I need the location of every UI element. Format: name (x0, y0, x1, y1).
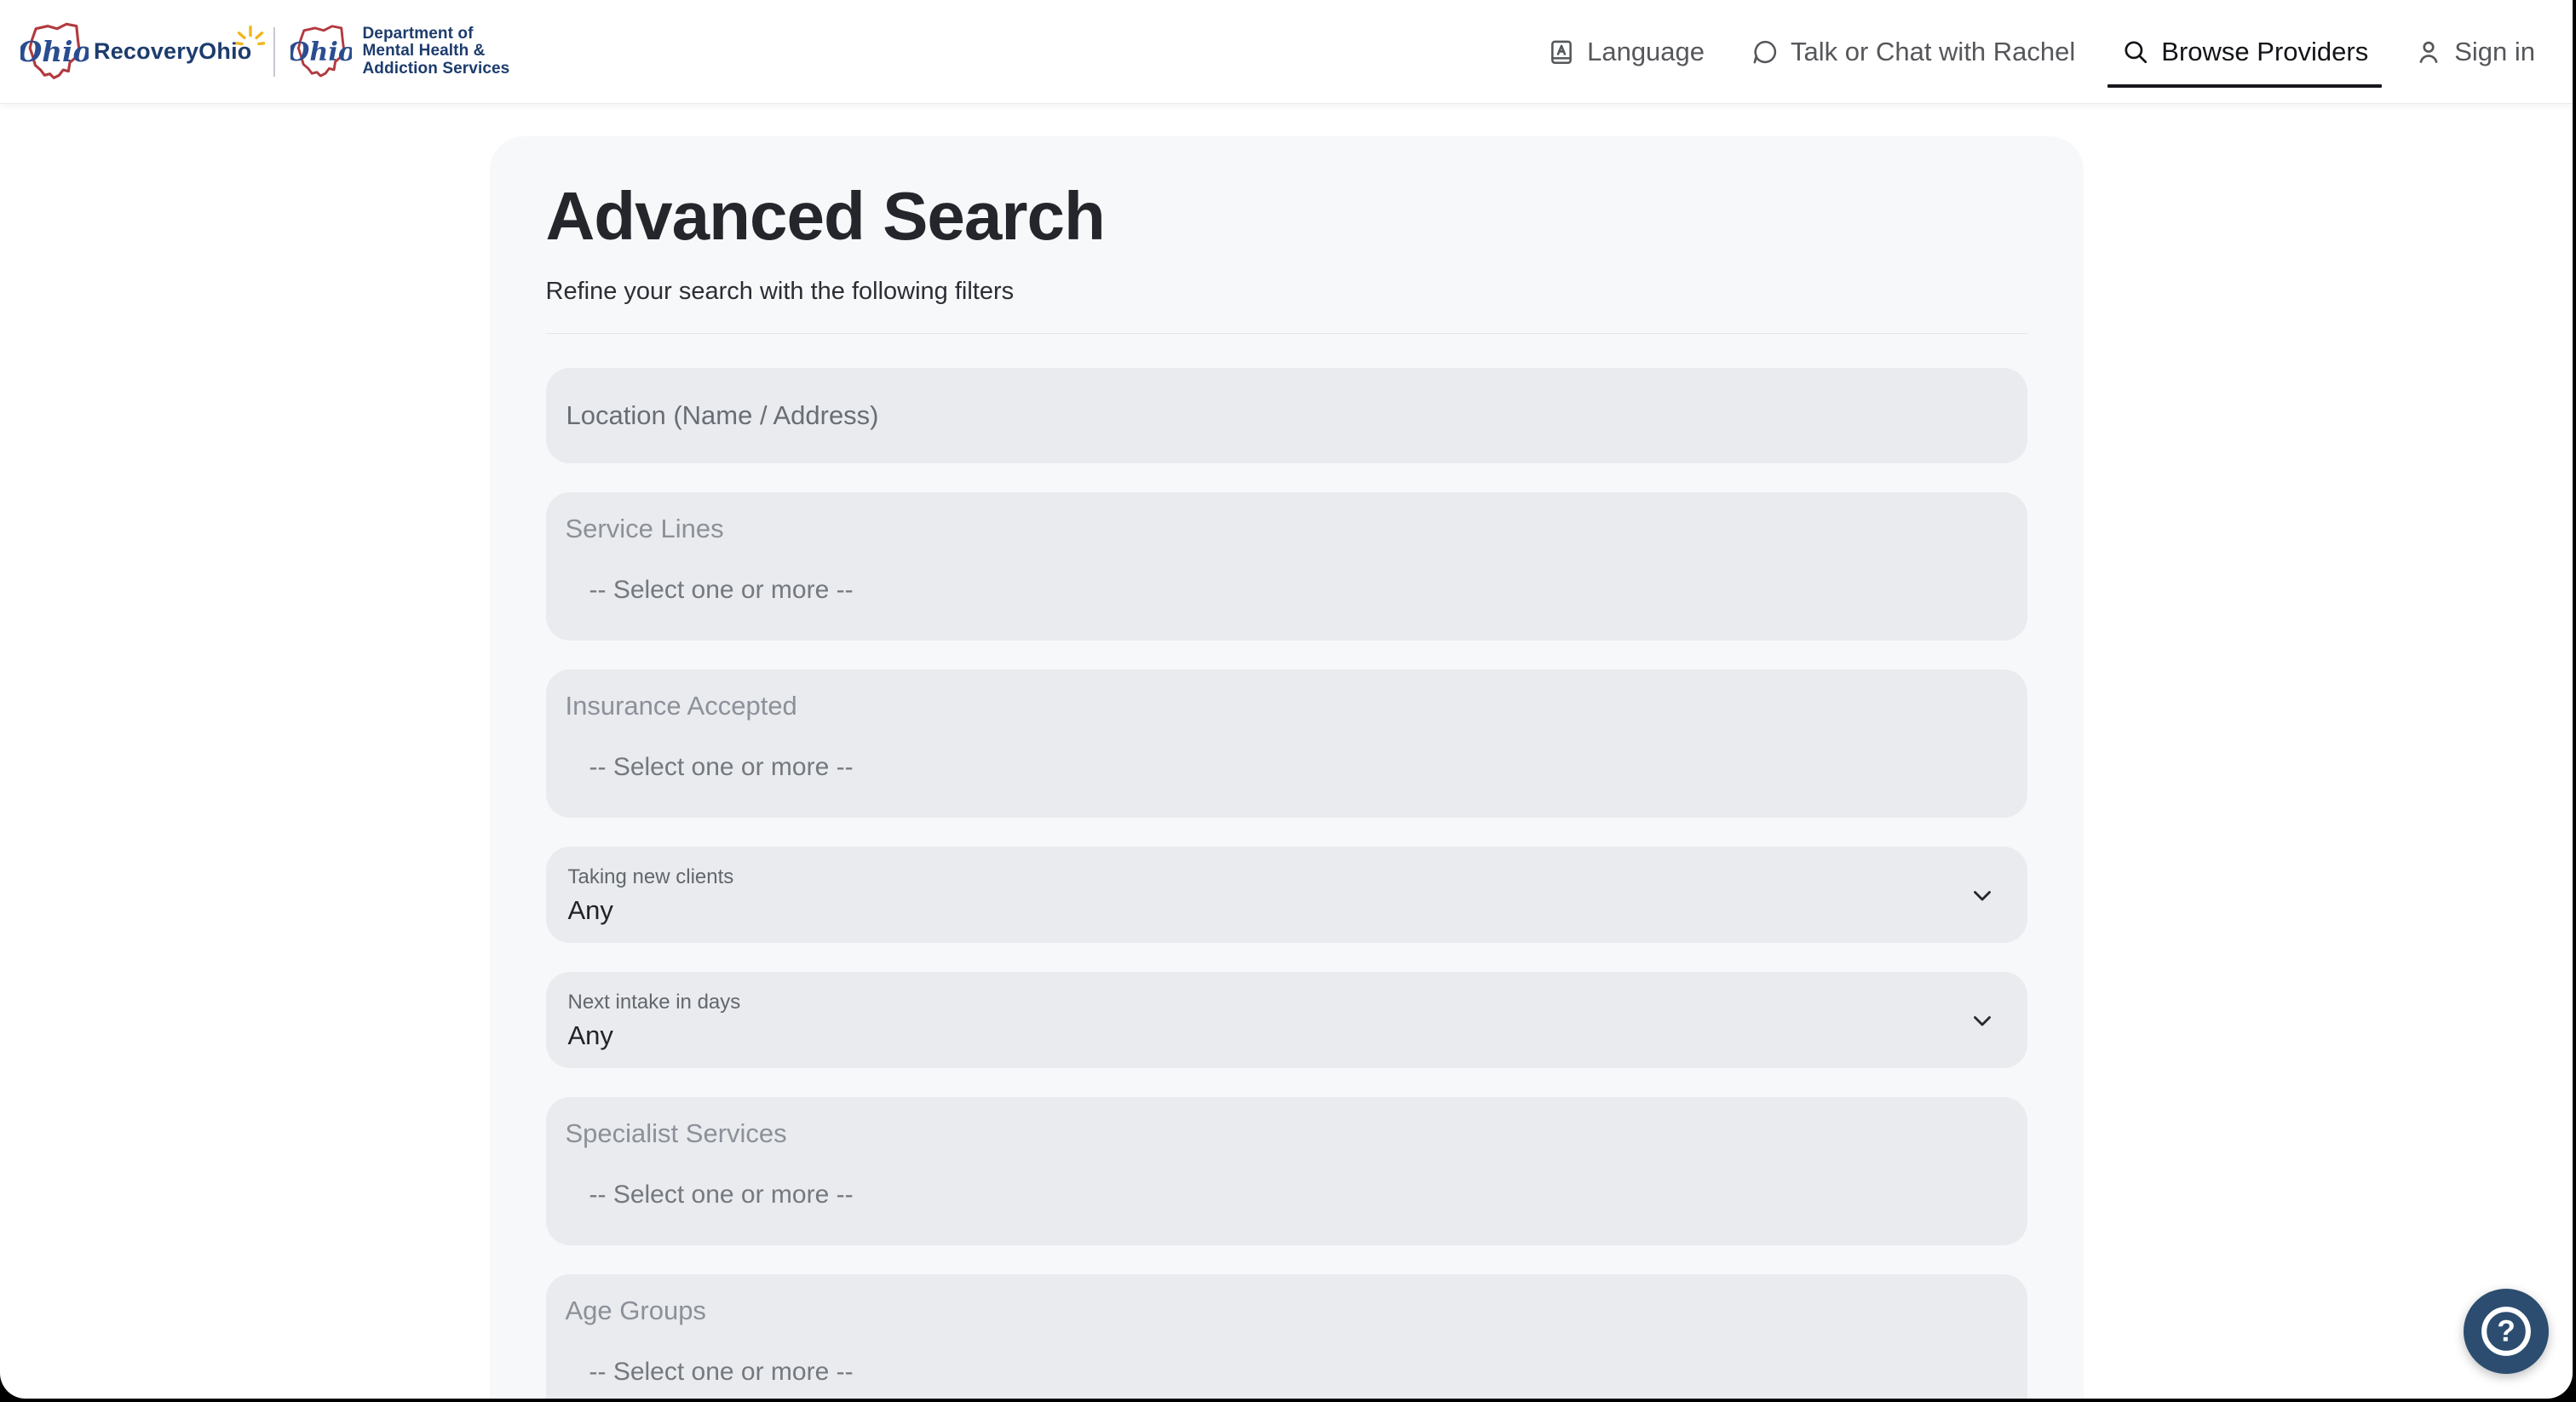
recovery-ohio-label: RecoveryOhio (94, 38, 251, 64)
nav-item-talk-or-chat[interactable]: Talk or Chat with Rachel (1751, 0, 2075, 103)
ohio-state-outline-icon: Ohio (290, 21, 352, 83)
help-circle-icon: ? (2477, 1302, 2535, 1360)
divider (546, 333, 2027, 334)
field-placeholder: -- Select one or more -- (589, 1358, 2002, 1387)
field-label: Insurance Accepted (566, 690, 2002, 722)
next-intake-in-days-select[interactable]: Next intake in days Any (546, 972, 2027, 1068)
ohio-state-mark: Ohio (290, 21, 352, 83)
field-label: Next intake in days (568, 990, 1951, 1014)
chevron-down-icon (1968, 1006, 1997, 1035)
field-placeholder: -- Select one or more -- (589, 753, 2002, 782)
nav-label: Talk or Chat with Rachel (1791, 37, 2075, 67)
field-label: Age Groups (566, 1295, 2002, 1327)
location-input[interactable] (546, 368, 2027, 463)
ohio-state-outline-icon: Ohio (20, 19, 89, 85)
dept-line-2: Mental Health & (362, 43, 509, 60)
main-nav: Language Talk or Chat with Rachel B (1547, 0, 2535, 103)
page-title: Advanced Search (546, 177, 2027, 256)
filter-fields: Service Lines -- Select one or more -- I… (546, 368, 2027, 1399)
site-header: Ohio RecoveryOhio (0, 0, 2573, 104)
insurance-accepted-multiselect[interactable]: Insurance Accepted -- Select one or more… (546, 669, 2027, 818)
recovery-ohio-wordmark: RecoveryOhio (94, 38, 251, 65)
nav-item-language[interactable]: Language (1547, 0, 1705, 103)
brand-area: Ohio RecoveryOhio (20, 0, 509, 103)
help-button[interactable]: ? (2464, 1289, 2549, 1374)
page-subtitle: Refine your search with the following fi… (546, 278, 2027, 306)
person-icon (2414, 37, 2443, 66)
translate-book-icon (1547, 37, 1576, 66)
browser-page: Ohio RecoveryOhio (0, 0, 2573, 1399)
speech-bubble-icon (1751, 37, 1780, 66)
field-label: Service Lines (566, 513, 2002, 545)
field-label: Specialist Services (566, 1118, 2002, 1150)
svg-text:?: ? (2497, 1315, 2516, 1348)
dept-line-1: Department of (362, 26, 509, 43)
age-groups-multiselect[interactable]: Age Groups -- Select one or more -- (546, 1274, 2027, 1399)
field-value: Any (568, 895, 1951, 926)
field-placeholder: -- Select one or more -- (589, 1181, 2002, 1210)
magnifier-icon (2121, 37, 2150, 66)
nav-label: Browse Providers (2161, 37, 2368, 67)
ohio-script-text: Ohio (290, 37, 352, 67)
active-tab-underline (2107, 84, 2382, 88)
dept-name: Department of Mental Health & Addiction … (362, 26, 509, 78)
taking-new-clients-select[interactable]: Taking new clients Any (546, 847, 2027, 943)
ohio-script-text: Ohio (20, 34, 89, 67)
nav-label: Sign in (2454, 37, 2535, 67)
service-lines-multiselect[interactable]: Service Lines -- Select one or more -- (546, 492, 2027, 641)
sun-icon (236, 24, 265, 49)
specialist-services-multiselect[interactable]: Specialist Services -- Select one or mor… (546, 1097, 2027, 1245)
nav-item-sign-in[interactable]: Sign in (2414, 0, 2535, 103)
field-value: Any (568, 1020, 1951, 1051)
nav-item-browse-providers[interactable]: Browse Providers (2121, 0, 2368, 103)
recovery-ohio-logo[interactable]: Ohio (20, 19, 89, 85)
dept-line-3: Addiction Services (362, 60, 509, 78)
main-content: Advanced Search Refine your search with … (0, 136, 2573, 1399)
field-placeholder: -- Select one or more -- (589, 576, 2002, 605)
chevron-down-icon (1968, 881, 1997, 910)
mha-dept-logo[interactable]: Ohio Department of Mental Health & Addic… (290, 21, 509, 83)
brand-divider (273, 27, 275, 77)
advanced-search-card: Advanced Search Refine your search with … (490, 136, 2084, 1399)
nav-label: Language (1587, 37, 1705, 67)
field-label: Taking new clients (568, 865, 1951, 889)
